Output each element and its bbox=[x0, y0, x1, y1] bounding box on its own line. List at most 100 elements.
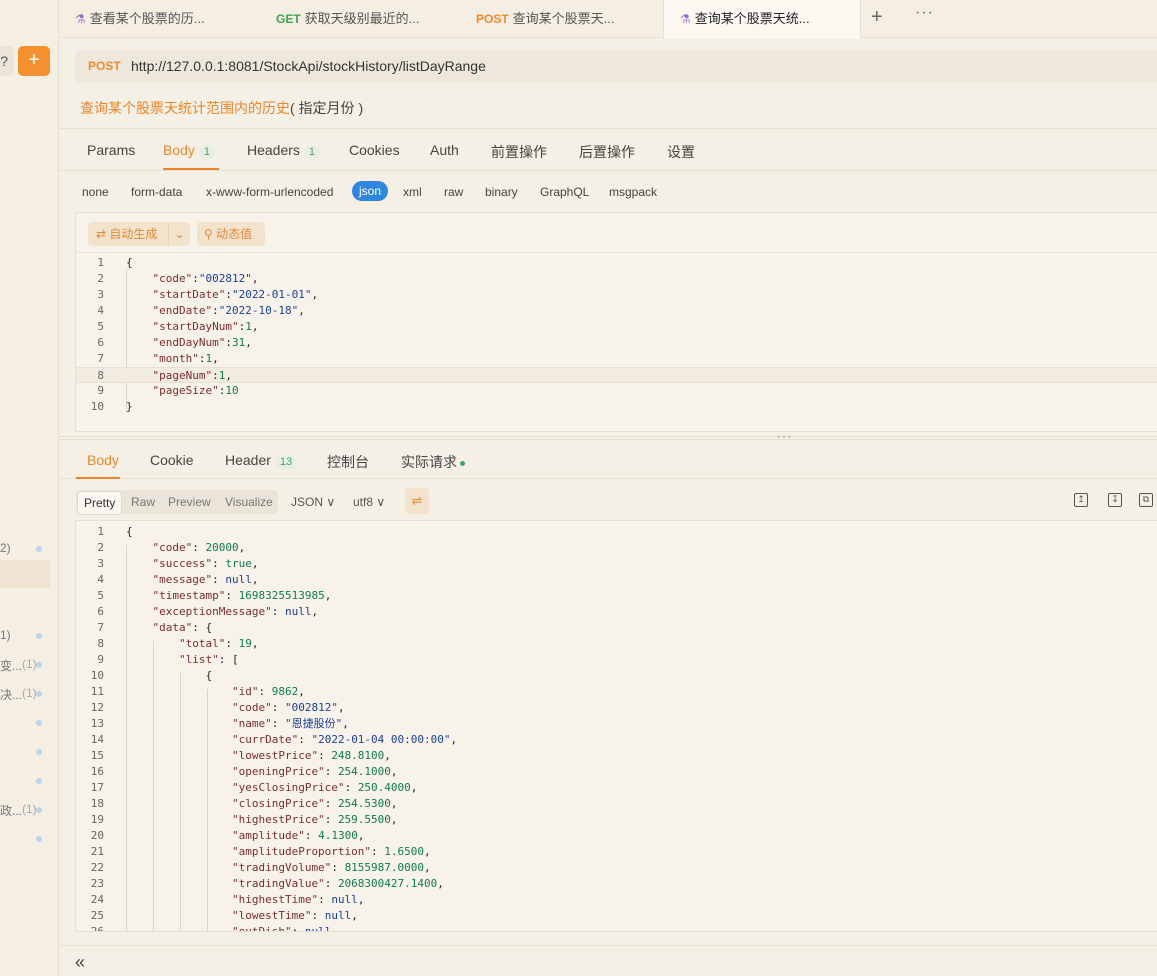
tab-cookies[interactable]: Cookies bbox=[349, 142, 400, 158]
body-type-form-data[interactable]: form-data bbox=[131, 185, 182, 199]
code-line[interactable]: 1{ bbox=[76, 524, 1157, 540]
code-token: "code" bbox=[152, 541, 193, 554]
copy-icon[interactable]: ⧉ bbox=[1139, 493, 1153, 507]
format-select[interactable]: JSON ∨ bbox=[291, 495, 335, 509]
code-line[interactable]: 2 "code": 20000, bbox=[76, 540, 1157, 556]
request-title[interactable]: 查询某个股票天统计范围内的历史( 指定月份 ) bbox=[80, 98, 363, 118]
resp-tab-header[interactable]: Header 13 bbox=[225, 452, 298, 469]
sidebar-selected-item[interactable] bbox=[0, 560, 50, 588]
url-bar[interactable]: POST http://127.0.0.1:8081/StockApi/stoc… bbox=[75, 50, 1157, 82]
tab-active-query[interactable]: ⚗ 查询某个股票天统... bbox=[663, 0, 861, 39]
sidebar-item[interactable] bbox=[0, 768, 58, 794]
view-raw[interactable]: Raw bbox=[131, 495, 155, 509]
download-icon[interactable]: ↧ bbox=[1108, 493, 1122, 507]
code-line[interactable]: 20 "amplitude": 4.1300, bbox=[76, 828, 1157, 844]
sidebar-item[interactable]: 变... (1) bbox=[0, 652, 58, 678]
auto-generate-button[interactable]: ⇄ 自动生成 ⌄ bbox=[88, 222, 190, 246]
tab-post-ops[interactable]: 后置操作 bbox=[579, 142, 635, 162]
code-line[interactable]: 1{ bbox=[76, 255, 1157, 271]
code-line[interactable]: 11 "id": 9862, bbox=[76, 684, 1157, 700]
code-line[interactable]: 6 "exceptionMessage": null, bbox=[76, 604, 1157, 620]
tab-get-recent[interactable]: GET 获取天级别最近的... bbox=[260, 0, 460, 38]
code-line[interactable]: 3 "startDate":"2022-01-01", bbox=[76, 287, 1157, 303]
body-type-xml[interactable]: xml bbox=[403, 185, 422, 199]
url-input[interactable]: http://127.0.0.1:8081/StockApi/stockHist… bbox=[131, 58, 486, 74]
code-line[interactable]: 2 "code":"002812", bbox=[76, 271, 1157, 287]
tab-post-query[interactable]: POST 查询某个股票天... bbox=[460, 0, 663, 38]
more-tabs-icon[interactable]: ··· bbox=[915, 4, 934, 22]
tab-auth[interactable]: Auth bbox=[430, 142, 459, 158]
code-line[interactable]: 25 "lowestTime": null, bbox=[76, 908, 1157, 924]
code-line[interactable]: 21 "amplitudeProportion": 1.6500, bbox=[76, 844, 1157, 860]
body-type-urlencoded[interactable]: x-www-form-urlencoded bbox=[206, 185, 333, 199]
code-line[interactable]: 18 "closingPrice": 254.5300, bbox=[76, 796, 1157, 812]
sidebar-item[interactable]: 1) bbox=[0, 623, 58, 649]
body-type-raw[interactable]: raw bbox=[444, 185, 463, 199]
resp-tab-actual-request[interactable]: 实际请求 bbox=[401, 452, 465, 472]
add-button[interactable]: + bbox=[18, 46, 50, 76]
code-text: "highestPrice": 259.5500, bbox=[126, 812, 398, 828]
tab-stock-history[interactable]: ⚗ 查看某个股票的历... bbox=[59, 0, 260, 38]
help-button[interactable]: ? bbox=[0, 46, 14, 76]
wrap-lines-icon[interactable]: ⇌ bbox=[405, 488, 429, 514]
collapse-sidebar-icon[interactable]: « bbox=[75, 952, 85, 973]
resp-tab-cookie[interactable]: Cookie bbox=[150, 452, 194, 468]
code-line[interactable]: 16 "openingPrice": 254.1000, bbox=[76, 764, 1157, 780]
code-line[interactable]: 4 "endDate":"2022-10-18", bbox=[76, 303, 1157, 319]
body-type-binary[interactable]: binary bbox=[485, 185, 518, 199]
view-visualize[interactable]: Visualize bbox=[225, 495, 273, 509]
sidebar-item[interactable]: 决... (1) bbox=[0, 681, 58, 707]
export-icon[interactable]: ↥ bbox=[1074, 493, 1088, 507]
code-line[interactable]: 10} bbox=[76, 399, 1157, 415]
body-type-json[interactable]: json bbox=[352, 181, 389, 201]
view-pretty[interactable]: Pretty bbox=[77, 491, 123, 515]
encoding-select[interactable]: utf8 ∨ bbox=[353, 495, 385, 509]
code-line[interactable]: 12 "code": "002812", bbox=[76, 700, 1157, 716]
code-line[interactable]: 10 { bbox=[76, 668, 1157, 684]
code-line[interactable]: 17 "yesClosingPrice": 250.4000, bbox=[76, 780, 1157, 796]
code-line[interactable]: 8 "total": 19, bbox=[76, 636, 1157, 652]
new-tab-button[interactable]: + bbox=[871, 6, 883, 29]
tab-body[interactable]: Body 1 bbox=[163, 142, 216, 159]
body-type-msgpack[interactable]: msgpack bbox=[609, 185, 657, 199]
tab-params[interactable]: Params bbox=[87, 142, 135, 158]
tab-pre-ops[interactable]: 前置操作 bbox=[491, 142, 547, 162]
code-line[interactable]: 22 "tradingVolume": 8155987.0000, bbox=[76, 860, 1157, 876]
tab-settings[interactable]: 设置 bbox=[667, 142, 695, 162]
code-line[interactable]: 13 "name": "恩捷股份", bbox=[76, 716, 1157, 732]
code-line[interactable]: 26 "outDish": null bbox=[76, 924, 1157, 931]
code-line[interactable]: 9 "pageSize":10 bbox=[76, 383, 1157, 399]
sidebar-item[interactable]: 政... (1) bbox=[0, 797, 58, 823]
code-line[interactable]: 24 "highestTime": null, bbox=[76, 892, 1157, 908]
code-line[interactable]: 23 "tradingValue": 2068300427.1400, bbox=[76, 876, 1157, 892]
response-body[interactable]: 1{2 "code": 20000, 3 "success": true, 4 "m… bbox=[75, 520, 1157, 932]
tab-headers[interactable]: Headers 1 bbox=[247, 142, 321, 159]
view-preview[interactable]: Preview bbox=[168, 495, 211, 509]
dynamic-value-button[interactable]: ⚲ 动态值 bbox=[197, 222, 265, 246]
code-text: { bbox=[126, 255, 133, 271]
sidebar-item[interactable] bbox=[0, 710, 58, 736]
body-type-none[interactable]: none bbox=[82, 185, 109, 199]
resp-tab-body[interactable]: Body bbox=[87, 452, 119, 468]
code-line[interactable]: 15 "lowestPrice": 248.8100, bbox=[76, 748, 1157, 764]
code-line[interactable]: 9 "list": [ bbox=[76, 652, 1157, 668]
code-line[interactable]: 7 "data": { bbox=[76, 620, 1157, 636]
chevron-down-icon[interactable]: ⌄ bbox=[168, 222, 190, 246]
http-method[interactable]: POST bbox=[88, 59, 121, 73]
code-line[interactable]: 5 "startDayNum":1, bbox=[76, 319, 1157, 335]
body-type-graphql[interactable]: GraphQL bbox=[540, 185, 589, 199]
code-line[interactable]: 3 "success": true, bbox=[76, 556, 1157, 572]
request-body-editor[interactable]: ⇄ 自动生成 ⌄ ⚲ 动态值 1{2 "code":"002812", 3 "st… bbox=[75, 212, 1157, 432]
code-line[interactable]: 5 "timestamp": 1698325513985, bbox=[76, 588, 1157, 604]
code-line[interactable]: 7 "month":1, bbox=[76, 351, 1157, 367]
sidebar-item[interactable]: 2) bbox=[0, 536, 58, 562]
code-line[interactable]: 8 "pageNum":1, bbox=[76, 367, 1157, 383]
code-line[interactable]: 6 "endDayNum":31, bbox=[76, 335, 1157, 351]
code-line[interactable]: 4 "message": null, bbox=[76, 572, 1157, 588]
pane-splitter[interactable] bbox=[59, 436, 1157, 440]
sidebar-item[interactable] bbox=[0, 739, 58, 765]
code-line[interactable]: 19 "highestPrice": 259.5500, bbox=[76, 812, 1157, 828]
sidebar-item[interactable] bbox=[0, 826, 58, 852]
code-line[interactable]: 14 "currDate": "2022-01-04 00:00:00", bbox=[76, 732, 1157, 748]
resp-tab-console[interactable]: 控制台 bbox=[327, 452, 369, 472]
